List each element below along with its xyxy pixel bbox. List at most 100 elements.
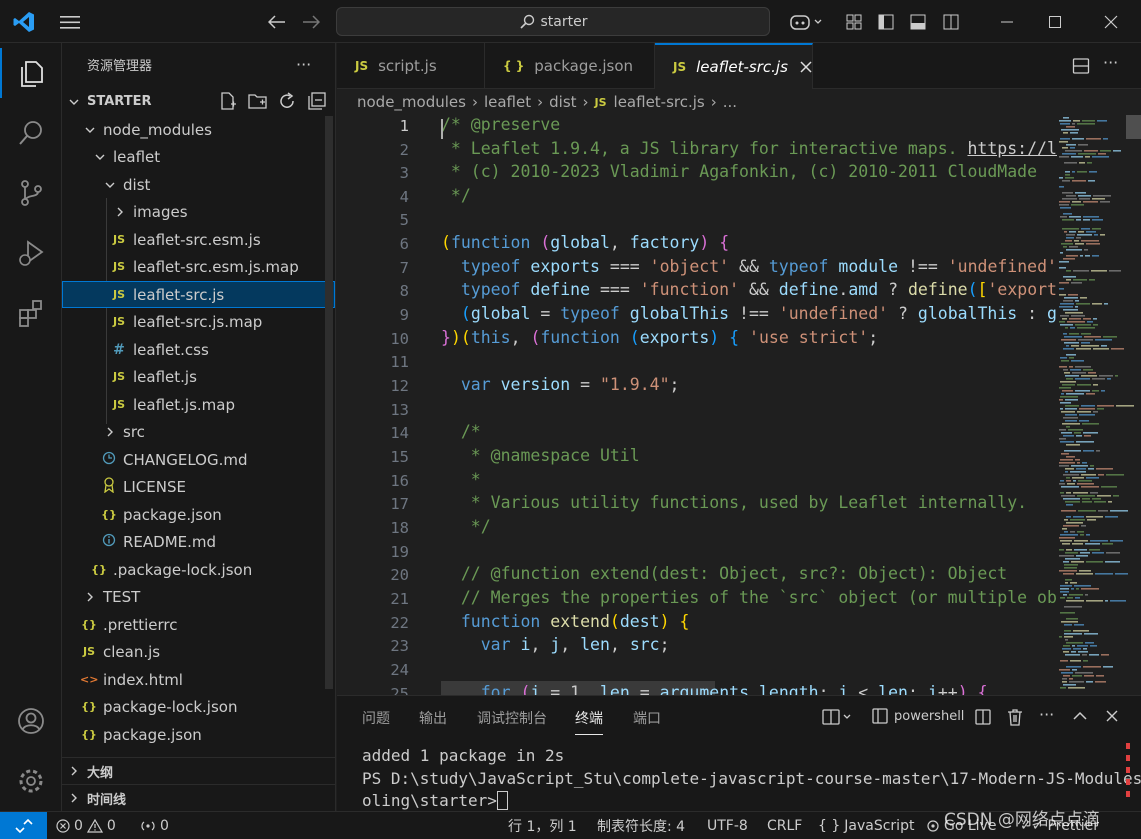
tree-item-leaflet-css[interactable]: # leaflet.css bbox=[62, 336, 335, 363]
tab-problems[interactable]: 问题 bbox=[362, 696, 390, 740]
language-mode[interactable]: { } JavaScript bbox=[818, 812, 914, 839]
tree-item-src[interactable]: src bbox=[62, 418, 335, 445]
breadcrumb-item[interactable]: dist bbox=[549, 93, 576, 111]
forward-arrow-icon[interactable] bbox=[298, 8, 324, 36]
line-number: 21 bbox=[390, 590, 409, 608]
sidebar-scrollbar[interactable] bbox=[325, 116, 333, 689]
split-editor-icon[interactable] bbox=[1072, 57, 1090, 75]
minimap-line bbox=[1110, 600, 1126, 602]
tree-item-changelog-md[interactable]: CHANGELOG.md bbox=[62, 446, 335, 473]
eol-status[interactable]: CRLF bbox=[767, 812, 802, 839]
tab-debug-console[interactable]: 调试控制台 bbox=[477, 696, 547, 740]
tree-item-prettierrc[interactable]: {} .prettierrc bbox=[62, 611, 335, 638]
code-editor[interactable]: 1 2 3 4 5 6 7 8 9 10 11 12 13 14 15 16 1… bbox=[337, 115, 1057, 695]
menu-icon[interactable] bbox=[56, 8, 84, 36]
editor-more-actions-icon[interactable]: ··· bbox=[1103, 53, 1118, 72]
minimap-line bbox=[1088, 468, 1094, 470]
copilot-icon[interactable] bbox=[786, 8, 826, 36]
account-icon[interactable] bbox=[0, 696, 62, 746]
js-file-icon: JS bbox=[355, 59, 369, 73]
tab-script-js[interactable]: JS script.js bbox=[337, 43, 485, 89]
terminal-shell-selector[interactable]: powershell bbox=[872, 708, 964, 724]
source-control-icon[interactable] bbox=[0, 168, 62, 218]
terminal-cursor[interactable] bbox=[497, 791, 508, 810]
tab-package-json[interactable]: { } package.json bbox=[485, 43, 655, 89]
minimap-line bbox=[1066, 444, 1080, 446]
breadcrumb-item[interactable]: leaflet bbox=[484, 93, 531, 111]
collapse-all-icon[interactable] bbox=[308, 92, 326, 110]
close-panel-icon[interactable] bbox=[1106, 710, 1118, 722]
tree-item-leaflet-src-esm-js-map[interactable]: JS leaflet-src.esm.js.map bbox=[62, 253, 335, 280]
run-debug-icon[interactable] bbox=[0, 228, 62, 278]
problems-status[interactable]: 0 0 bbox=[56, 812, 116, 839]
terminal-line: oling\starter> bbox=[362, 791, 507, 810]
tree-item-leaflet-js[interactable]: JS leaflet.js bbox=[62, 363, 335, 390]
back-arrow-icon[interactable] bbox=[264, 8, 290, 36]
panel-more-actions-icon[interactable]: ··· bbox=[1039, 705, 1054, 724]
encoding-status[interactable]: UTF-8 bbox=[707, 812, 748, 839]
more-actions-icon[interactable]: ··· bbox=[296, 55, 311, 74]
close-window-icon[interactable] bbox=[1096, 8, 1126, 36]
settings-gear-icon[interactable] bbox=[0, 756, 62, 806]
close-tab-icon[interactable] bbox=[800, 61, 812, 73]
tree-item-index-html[interactable]: <> index.html bbox=[62, 666, 335, 693]
indentation-status[interactable]: 制表符长度: 4 bbox=[597, 812, 685, 839]
explorer-icon[interactable] bbox=[0, 48, 62, 98]
new-folder-icon[interactable] bbox=[248, 92, 268, 110]
minimap-line bbox=[1060, 480, 1064, 482]
minimap-line bbox=[1060, 459, 1073, 461]
maximize-panel-chevron-up-icon[interactable] bbox=[1073, 711, 1087, 721]
minimap-line bbox=[1075, 366, 1091, 368]
toggle-secondary-sidebar-icon[interactable] bbox=[939, 8, 963, 36]
search-view-icon[interactable] bbox=[0, 108, 62, 158]
tab-ports[interactable]: 端口 bbox=[633, 696, 661, 740]
minimap-line bbox=[1059, 483, 1065, 485]
maximize-icon[interactable] bbox=[1040, 8, 1070, 36]
timeline-section[interactable]: 时间线 bbox=[62, 784, 335, 811]
minimap-line bbox=[1059, 555, 1074, 557]
tree-item-dot-package-lock-json[interactable]: {} .package-lock.json bbox=[62, 556, 335, 583]
tree-item-node-modules[interactable]: node_modules bbox=[62, 116, 335, 143]
tree-item-license[interactable]: LICENSE bbox=[62, 473, 335, 500]
breadcrumb-item[interactable]: node_modules bbox=[357, 93, 466, 111]
tree-item-package-lock-json[interactable]: {} package-lock.json bbox=[62, 693, 335, 720]
tree-item-images[interactable]: images bbox=[62, 198, 335, 225]
minimap-line bbox=[1064, 633, 1082, 635]
breadcrumb-item[interactable]: ... bbox=[723, 93, 737, 111]
tab-leaflet-src-js[interactable]: JS leaflet-src.js bbox=[655, 43, 813, 89]
new-file-icon[interactable] bbox=[219, 92, 237, 110]
tree-item-leaflet-js-map[interactable]: JS leaflet.js.map bbox=[62, 391, 335, 418]
tree-item-leaflet-src-js-map[interactable]: JS leaflet-src.js.map bbox=[62, 308, 335, 335]
tree-item-clean-js[interactable]: JS clean.js bbox=[62, 638, 335, 665]
minimap[interactable] bbox=[1057, 115, 1141, 695]
split-terminal-icon[interactable] bbox=[975, 709, 991, 725]
cursor-position[interactable]: 行 1，列 1 bbox=[508, 812, 577, 839]
breadcrumb-item[interactable]: leaflet-src.js bbox=[614, 93, 705, 111]
tree-item-test[interactable]: TEST bbox=[62, 583, 335, 610]
tab-output[interactable]: 输出 bbox=[419, 696, 447, 740]
minimize-icon[interactable] bbox=[992, 8, 1022, 36]
editor-scrollbar-thumb[interactable] bbox=[1126, 115, 1141, 139]
toggle-panel-icon[interactable] bbox=[906, 8, 930, 36]
ports-status[interactable]: 0 bbox=[140, 812, 169, 839]
command-center-search[interactable]: starter bbox=[336, 7, 770, 36]
minimap-line bbox=[1081, 405, 1095, 407]
outline-section[interactable]: 大纲 bbox=[62, 757, 335, 784]
customize-layout-icon[interactable] bbox=[842, 8, 866, 36]
tree-item-leaflet[interactable]: leaflet bbox=[62, 143, 335, 170]
terminal-layout-icon[interactable] bbox=[822, 709, 852, 725]
tab-terminal[interactable]: 终端 bbox=[575, 701, 603, 735]
tree-item-readme-md[interactable]: README.md bbox=[62, 528, 335, 555]
tree-item-package-json[interactable]: {} package.json bbox=[62, 501, 335, 528]
line-number: 1 bbox=[399, 117, 409, 135]
tree-item-leaflet-src-esm-js[interactable]: JS leaflet-src.esm.js bbox=[62, 226, 335, 253]
remote-window-icon[interactable] bbox=[0, 812, 47, 839]
extensions-icon[interactable] bbox=[0, 288, 62, 338]
trash-icon[interactable] bbox=[1007, 708, 1023, 726]
tree-item-leaflet-src-js[interactable]: JS leaflet-src.js bbox=[62, 281, 335, 308]
toggle-sidebar-icon[interactable] bbox=[874, 8, 898, 36]
minimap-line bbox=[1064, 450, 1081, 452]
tree-item-root-package-json[interactable]: {} package.json bbox=[62, 721, 335, 748]
tree-item-dist[interactable]: dist bbox=[62, 171, 335, 198]
refresh-icon[interactable] bbox=[278, 92, 296, 110]
